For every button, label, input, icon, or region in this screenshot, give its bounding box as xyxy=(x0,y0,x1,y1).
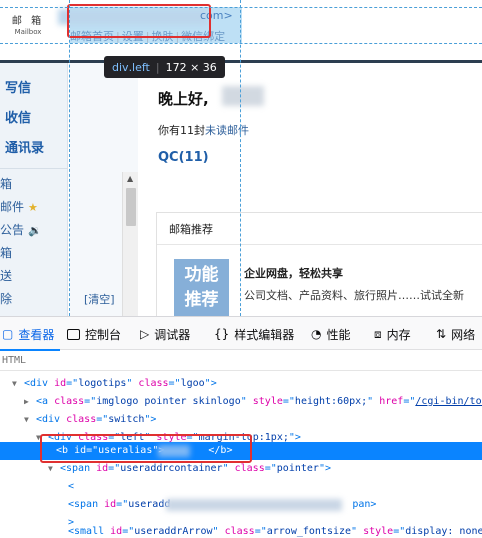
markup-node[interactable]: ▶ <a class="imglogo pointer skinlogo" st… xyxy=(0,393,482,411)
feature-description: 公司文档、产品资料、旅行照片……试试全新 xyxy=(244,289,464,302)
blurred-markup xyxy=(166,499,342,511)
tab-network[interactable]: ⇅ 网络 xyxy=(436,317,475,351)
markup-node[interactable]: ▼ <div class="switch"> xyxy=(0,411,482,429)
nav-folder-4[interactable]: 箱 xyxy=(0,244,12,261)
logo-en: Mailbox xyxy=(14,28,42,36)
star-icon: ★ xyxy=(28,201,38,214)
speaker-icon: 🔉 xyxy=(28,224,42,237)
recommend-panel: 邮箱推荐 功能 推荐 企业网盘，轻松共享 公司文档、产品资料、旅行照片……试试全… xyxy=(156,212,482,316)
left-nav: 写信 收信 通讯录 箱 邮件 ★ 公告 🔉 箱 送 除 xyxy=(0,63,68,316)
markup-node[interactable]: <small id="useraddrArrow" class="arrow_f… xyxy=(0,523,482,538)
tab-memory[interactable]: ⧈ 内存 xyxy=(374,317,411,351)
breadcrumb[interactable]: HTML xyxy=(0,351,482,371)
annotation-red-box-markup xyxy=(40,434,252,463)
memory-icon: ⧈ xyxy=(374,326,382,341)
logo-cn: 邮 箱 xyxy=(11,16,45,27)
tab-style-editor[interactable]: {} 样式编辑器 xyxy=(214,317,294,351)
blurred-username xyxy=(222,86,264,106)
devtools-toolbar: ▢ 查看器 控制台 ▷ 调试器 {} 样式编辑器 ◔ 性能 ⧈ 内存 ⇅ 网络 xyxy=(0,316,482,351)
tab-inspector[interactable]: ▢ 查看器 xyxy=(0,317,61,351)
expand-icon[interactable]: ▼ xyxy=(24,411,29,429)
nav-folder-starred[interactable]: 邮件 ★ xyxy=(0,198,38,215)
inspector-tooltip: div .left | 172 × 36 xyxy=(104,56,225,78)
mailbox-page: 邮 箱 Mailbox com> 邮箱首页 | 设置 | 换肤 | 微信绑定 写信 收信 通… xyxy=(0,0,482,316)
markup-node[interactable]: ▼ <div id="logotips" class="lgoo"> xyxy=(0,375,482,393)
nav-separator xyxy=(0,168,68,169)
guide-line-bottom xyxy=(0,43,482,44)
debugger-icon: ▷ xyxy=(140,327,150,341)
tab-debugger[interactable]: ▷ 调试器 xyxy=(140,317,190,351)
inspector-icon: ▢ xyxy=(2,327,14,341)
nav-folder-deleted[interactable]: 除 xyxy=(0,290,12,307)
style-editor-icon: {} xyxy=(214,327,230,341)
annotation-red-box xyxy=(67,4,211,38)
guide-line-left xyxy=(69,0,70,316)
mailbox-logo[interactable]: 邮 箱 Mailbox xyxy=(8,12,48,36)
performance-icon: ◔ xyxy=(311,327,322,341)
markup-node[interactable]: < xyxy=(0,478,482,496)
qc-folder-link[interactable]: QC(11) xyxy=(158,150,209,165)
guide-line-right xyxy=(240,0,241,316)
console-icon xyxy=(67,328,80,340)
nav-contacts[interactable]: 通讯录 xyxy=(5,137,44,156)
nav-folder-1[interactable]: 箱 xyxy=(0,175,12,192)
expand-icon[interactable]: ▼ xyxy=(12,375,17,393)
unread-notice: 你有11封未读邮件 xyxy=(158,124,249,137)
scroll-up-icon[interactable]: ▲ xyxy=(127,174,133,183)
network-icon: ⇅ xyxy=(436,327,447,341)
nav-compose[interactable]: 写信 xyxy=(5,77,31,96)
tab-console[interactable]: 控制台 xyxy=(67,317,121,351)
greeting: 晚上好, xyxy=(158,90,209,108)
feature-title[interactable]: 企业网盘，轻松共享 xyxy=(244,265,343,281)
collapse-icon[interactable]: ▶ xyxy=(24,393,29,411)
clear-trash-link[interactable]: [清空] xyxy=(84,291,115,307)
nav-inbox[interactable]: 收信 xyxy=(5,107,31,126)
feature-badge[interactable]: 功能 推荐 xyxy=(174,259,229,316)
folder-scrollbar[interactable]: ▲ xyxy=(122,172,138,316)
unread-link[interactable]: 未读邮件 xyxy=(205,124,249,137)
panel-title: 邮箱推荐 xyxy=(157,213,482,245)
scroll-thumb[interactable] xyxy=(126,188,136,226)
markup-node[interactable]: <span id="useradd pan> xyxy=(0,496,482,514)
nav-folder-sent[interactable]: 送 xyxy=(0,267,12,284)
tab-performance[interactable]: ◔ 性能 xyxy=(311,317,351,351)
guide-line-top xyxy=(0,7,482,8)
nav-folder-notice[interactable]: 公告 🔉 xyxy=(0,221,42,238)
